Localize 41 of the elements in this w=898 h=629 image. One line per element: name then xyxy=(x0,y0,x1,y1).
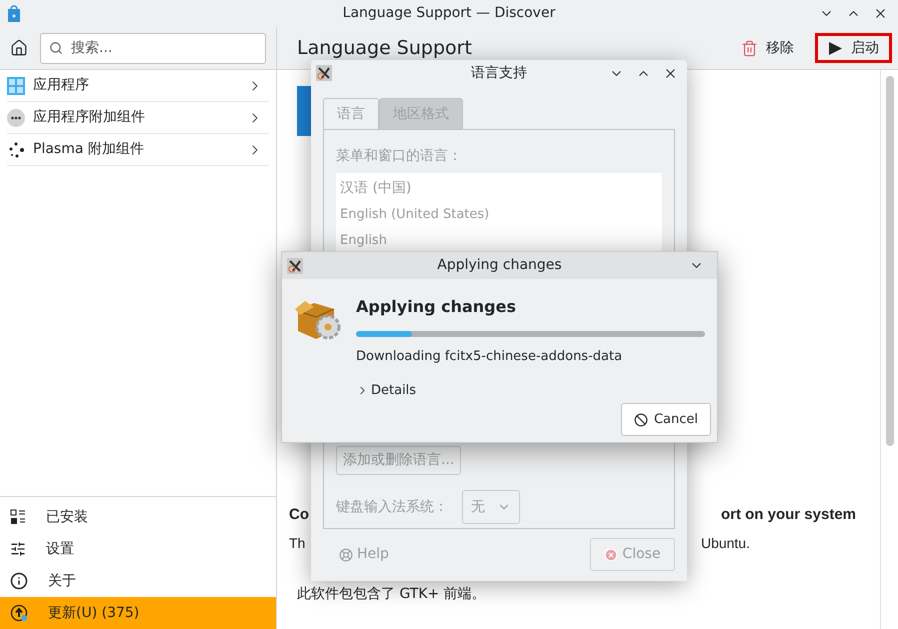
languages-label: 菜单和窗口的语言： xyxy=(336,147,463,166)
cancel-icon xyxy=(634,412,648,426)
grid-icon xyxy=(7,76,25,94)
dots-icon xyxy=(7,108,25,126)
description-text: Th xyxy=(289,534,306,552)
nav-item[interactable]: 关于 xyxy=(0,565,276,597)
app-logo-icon xyxy=(6,4,22,22)
nav-item[interactable]: 已安装 xyxy=(0,501,276,533)
info-icon xyxy=(10,572,28,590)
update-icon xyxy=(10,604,28,622)
details-toggle[interactable]: Details xyxy=(356,380,416,400)
window-title: Language Support — Discover xyxy=(342,4,556,23)
remove-button[interactable]: 移除 xyxy=(728,33,807,63)
progress-status: Downloading fcitx5-chinese-addons-data xyxy=(356,348,624,366)
input-method-label: 键盘输入法系统： xyxy=(336,498,448,516)
cancel-button[interactable]: Cancel xyxy=(620,403,711,436)
lifebuoy-icon xyxy=(339,548,353,562)
search-icon xyxy=(49,41,63,55)
page-title: Language Support xyxy=(297,36,472,61)
progress-heading: Applying changes xyxy=(356,296,517,318)
category-item[interactable]: 应用程序附加组件 xyxy=(7,102,269,134)
category-item[interactable]: Plasma 附加组件 xyxy=(7,134,269,166)
nav-item[interactable]: 更新(U) (375) xyxy=(0,597,276,629)
close-circle-icon xyxy=(604,548,618,562)
nav-item[interactable]: 设置 xyxy=(0,533,276,565)
package-note: 此软件包包含了 GTK+ 前端。 xyxy=(297,584,487,604)
app-logo-icon xyxy=(287,258,303,274)
trash-icon xyxy=(741,40,758,56)
search-field[interactable]: 搜索... xyxy=(40,32,266,64)
dialog-title: 语言支持 xyxy=(470,64,528,82)
section-heading: Co xyxy=(289,505,309,525)
description-text: Ubuntu. xyxy=(700,534,750,552)
category-item[interactable]: 应用程序 xyxy=(7,70,269,102)
sliders-icon xyxy=(10,541,26,557)
list-icon xyxy=(10,509,26,525)
launch-button[interactable]: 启动 xyxy=(815,33,892,63)
dots-icon xyxy=(7,140,25,158)
play-icon xyxy=(828,40,843,56)
home-icon[interactable] xyxy=(10,39,28,57)
section-heading: ort on your system xyxy=(720,505,856,525)
app-logo-icon xyxy=(316,65,332,81)
